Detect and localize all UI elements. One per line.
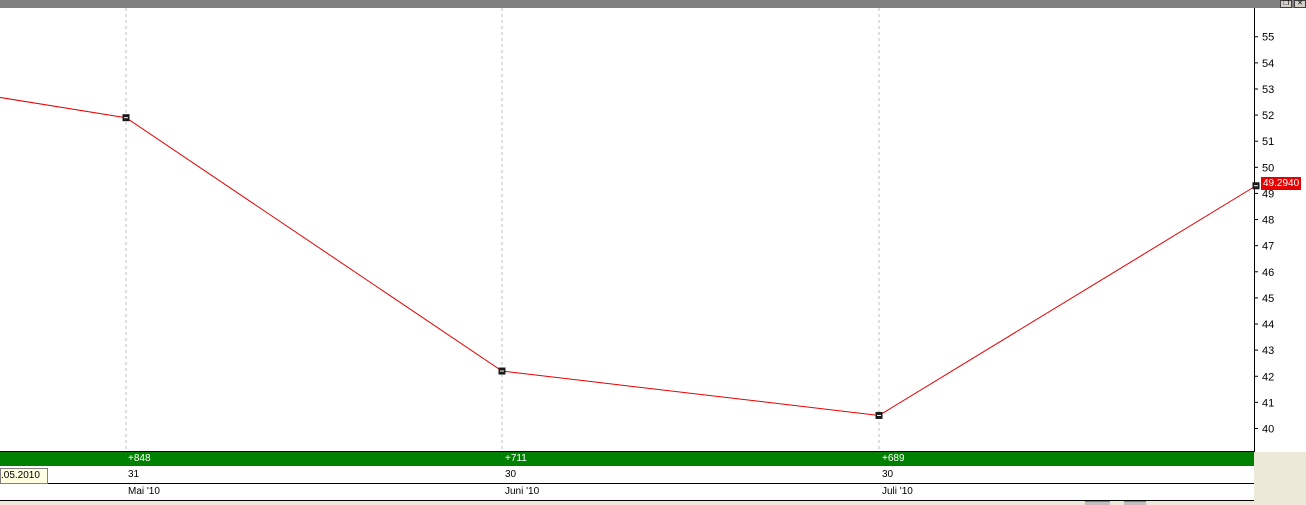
y-tick-label: 53 (1262, 84, 1274, 96)
month-row: Mai '10 Juni '10 Juli '10 (0, 484, 1254, 501)
volume-label-mai: +848 (128, 453, 151, 464)
day-row: 31 30 30 (0, 467, 1254, 484)
y-tick-label: 43 (1262, 345, 1274, 357)
horizontal-scrollbar[interactable] (0, 501, 1254, 505)
scroll-thumb-right[interactable] (1124, 501, 1146, 505)
line-chart: 40 41 42 43 44 45 46 47 48 49 50 51 52 53 54 55 (0, 8, 1274, 452)
volume-strip (0, 452, 1254, 466)
month-label-juli: Juli '10 (882, 486, 913, 497)
y-tick-label: 40 (1262, 423, 1274, 435)
y-tick-label: 49 (1262, 188, 1274, 200)
y-tick-label: 52 (1262, 110, 1274, 122)
y-tick-label: 50 (1262, 162, 1274, 174)
y-tick-label: 46 (1262, 267, 1274, 279)
month-label-juni: Juni '10 (505, 486, 540, 497)
y-tick-label: 42 (1262, 371, 1274, 383)
y-tick-label: 51 (1262, 136, 1274, 148)
y-tick-label: 44 (1262, 319, 1274, 331)
scroll-thumb-left[interactable] (1085, 501, 1110, 505)
y-tick-label: 41 (1262, 397, 1274, 409)
day-label-juni: 30 (505, 469, 517, 480)
volume-label-juli: +689 (882, 453, 905, 464)
day-label-mai: 31 (128, 469, 140, 480)
day-label-juli: 30 (882, 469, 894, 480)
volume-label-juni: +711 (505, 453, 527, 464)
y-tick-label: 55 (1262, 32, 1274, 44)
y-tick-label: 47 (1262, 241, 1274, 253)
y-axis-ticks: 40 41 42 43 44 45 46 47 48 49 50 51 52 53 54 55 (1254, 32, 1274, 435)
month-label-mai: Mai '10 (128, 486, 160, 497)
gridlines (125, 8, 880, 452)
y-tick-label: 54 (1262, 58, 1274, 70)
y-tick-label: 45 (1262, 293, 1274, 305)
price-series (0, 96, 1260, 419)
cursor-date-label: .05.2010 (0, 468, 48, 484)
y-tick-label: 48 (1262, 215, 1274, 227)
last-price-label: 49.2940 (1261, 177, 1302, 190)
series-line (0, 96, 1257, 416)
